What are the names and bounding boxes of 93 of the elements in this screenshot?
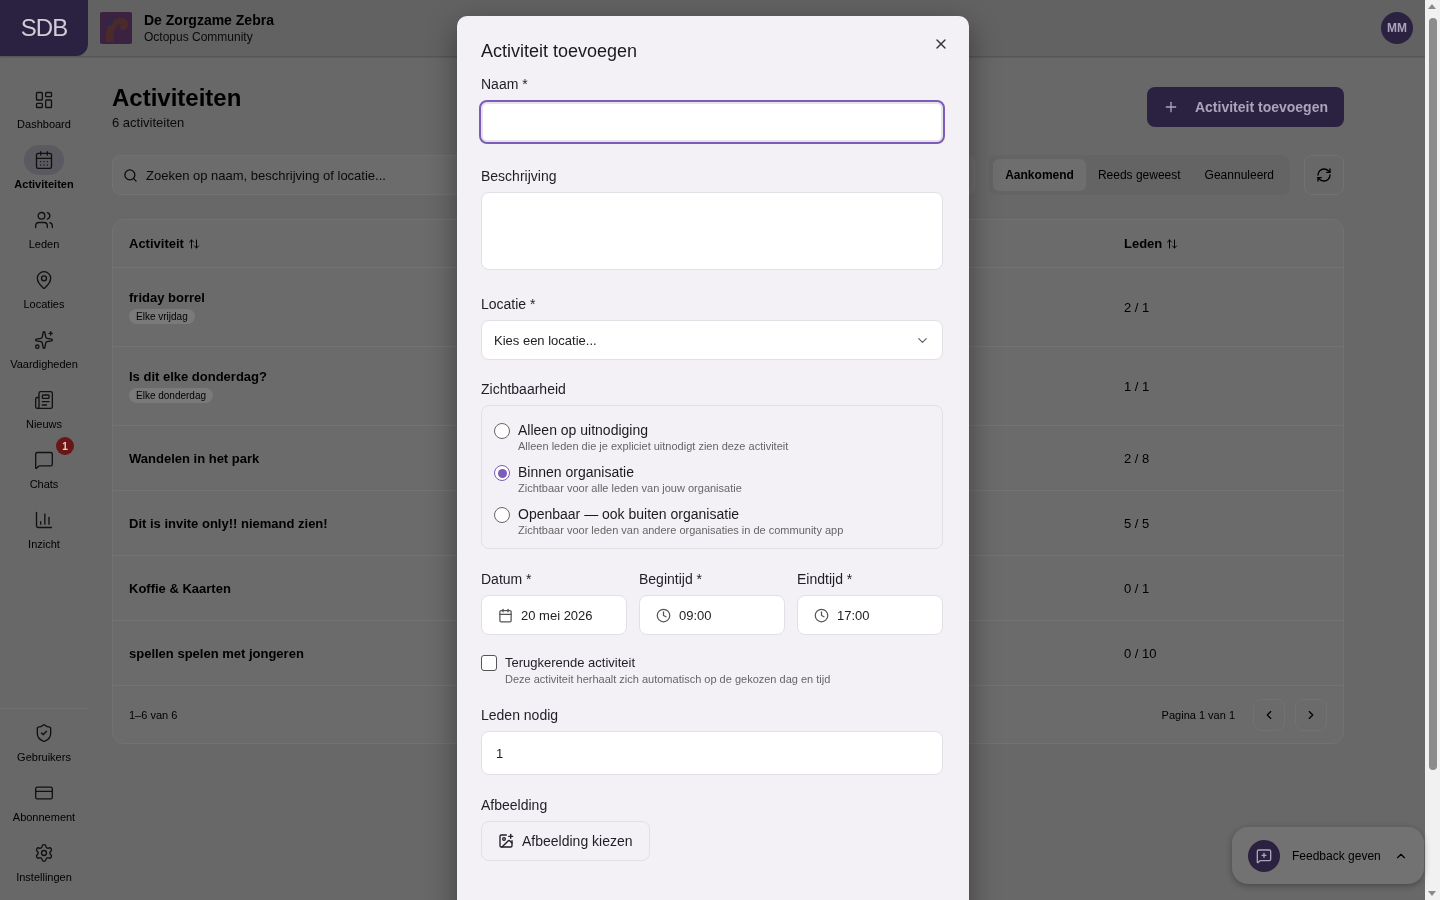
map-pin-icon	[34, 270, 54, 290]
image-plus-icon	[498, 833, 514, 849]
option-title: Alleen op uitnodiging	[518, 422, 649, 438]
members-count: 1 / 1	[1124, 378, 1151, 394]
refresh-button[interactable]	[1304, 155, 1344, 195]
activity-count: 6 activiteiten	[112, 115, 185, 130]
bar-chart-icon	[34, 510, 54, 530]
sidebar-item[interactable]: Nieuws	[0, 377, 88, 437]
activity-name[interactable]: friday borrel	[129, 290, 205, 305]
radio-button[interactable]	[494, 507, 510, 523]
field-label: Begintijd *	[639, 571, 704, 587]
field-label: Beschrijving	[481, 168, 557, 184]
recurrence-tag: Elke vrijdag	[129, 309, 195, 324]
filter-tab[interactable]: Geannuleerd	[1192, 159, 1286, 191]
members-count: 2 / 8	[1124, 450, 1151, 466]
activity-name[interactable]: Koffie & Kaarten	[129, 580, 231, 596]
sidebar-item[interactable]: Instellingen	[0, 830, 88, 890]
unread-badge: 1	[56, 437, 74, 455]
activity-name[interactable]: Is dit elke donderdag?	[129, 369, 267, 384]
field-label: Datum *	[481, 571, 533, 587]
field-label: Naam *	[481, 76, 528, 92]
radio-button[interactable]	[494, 423, 510, 439]
radio-button[interactable]	[494, 465, 510, 481]
option-description: Zichtbaar voor leden van andere organisaties in de community app	[518, 524, 844, 536]
field-label: Zichtbaarheid	[481, 381, 566, 397]
scrollbar[interactable]	[1425, 0, 1440, 900]
clock-icon	[814, 607, 829, 623]
column-header[interactable]: Activiteit	[129, 236, 1124, 251]
sidebar-item[interactable]: Gebruikers	[0, 710, 88, 770]
chat-bubble-icon	[34, 450, 54, 470]
checkbox-label: Terugkerende activiteit	[505, 655, 637, 670]
sidebar-item[interactable]: Inzicht	[0, 497, 88, 557]
description-input[interactable]	[481, 192, 943, 270]
activity-name[interactable]: Wandelen in het park	[129, 450, 260, 466]
dialog-title: Activiteit toevoegen	[481, 40, 638, 62]
calendar-icon	[34, 150, 54, 170]
organization-name: De Zorgzame Zebra	[144, 11, 274, 29]
users-icon	[34, 210, 54, 230]
result-range: 1–6 van 6	[129, 708, 178, 721]
refresh-icon	[1316, 167, 1332, 183]
search-icon	[123, 167, 138, 183]
sidebar-item[interactable]: Abonnement	[0, 770, 88, 830]
date-field[interactable]: 20 mei 2026	[481, 595, 627, 635]
sidebar-item[interactable]: Dashboard	[0, 77, 88, 137]
clock-icon	[656, 607, 671, 623]
calendar-icon	[498, 607, 513, 623]
filter-tab[interactable]: Reeds geweest	[1085, 159, 1193, 191]
activity-name[interactable]: spellen spelen met jongeren	[129, 645, 304, 661]
field-label: Afbeelding	[481, 797, 548, 813]
feedback-icon	[1256, 847, 1272, 864]
field-label: Locatie *	[481, 296, 536, 312]
checkbox-hint: Deze activiteit herhaalt zich automatisch op de gekozen dag en tijd	[505, 673, 831, 685]
field-label: Eindtijd *	[797, 571, 854, 587]
checkbox[interactable]	[481, 655, 497, 671]
sidebar-item[interactable]: Leden	[0, 197, 88, 257]
time-field[interactable]: 17:00	[797, 595, 943, 635]
recurrence-tag: Elke donderdag	[129, 388, 214, 403]
option-description: Zichtbaar voor alle leden van jouw organisatie	[518, 482, 742, 494]
sort-icon	[187, 237, 200, 250]
option-description: Alleen leden die je expliciet uitnodigt zien deze activiteit	[518, 440, 789, 452]
sidebar-item[interactable]: Chats 1	[0, 437, 88, 497]
sidebar-item[interactable]: Activiteiten	[0, 137, 88, 197]
filter-tab[interactable]: Aankomend	[993, 159, 1086, 191]
members-count: 0 / 1	[1124, 580, 1151, 596]
field-label: Leden nodig	[481, 707, 559, 723]
user-avatar[interactable]: MM	[1381, 12, 1413, 44]
name-input[interactable]	[479, 100, 945, 144]
settings-icon	[34, 843, 54, 863]
sort-icon	[1166, 237, 1179, 250]
column-header[interactable]: Leden	[1124, 236, 1327, 251]
shield-check-icon	[34, 723, 54, 743]
option-title: Binnen organisatie	[518, 464, 635, 480]
members-count: 5 / 5	[1124, 515, 1151, 531]
sidebar-item[interactable]: Locaties	[0, 257, 88, 317]
dashboard-icon	[34, 90, 54, 110]
newspaper-icon	[34, 390, 54, 410]
members-count: 0 / 10	[1124, 645, 1158, 661]
time-field[interactable]: 09:00	[639, 595, 785, 635]
page-title: Activiteiten	[112, 84, 242, 112]
members-needed-input[interactable]: 1	[481, 731, 943, 775]
location-select[interactable]: Kies een locatie...	[481, 320, 943, 360]
logo: SDB	[0, 0, 88, 56]
sidebar-item[interactable]: Vaardigheden	[0, 317, 88, 377]
activity-name[interactable]: Dit is invite only!! niemand zien!	[129, 515, 328, 531]
sparkles-icon	[34, 330, 54, 350]
members-count: 2 / 1	[1124, 299, 1151, 315]
organization-subtitle: Octopus Community	[144, 29, 254, 45]
add-activity-button[interactable]: Activiteit toevoegen	[1146, 87, 1344, 127]
organization-logo	[100, 12, 132, 44]
feedback-button[interactable]: Feedback geven	[1232, 827, 1424, 884]
choose-image-button[interactable]: Afbeelding kiezen	[481, 821, 650, 861]
option-title: Openbaar — ook buiten organisatie	[518, 506, 741, 522]
page-indicator: Pagina 1 van 1	[1161, 708, 1235, 721]
